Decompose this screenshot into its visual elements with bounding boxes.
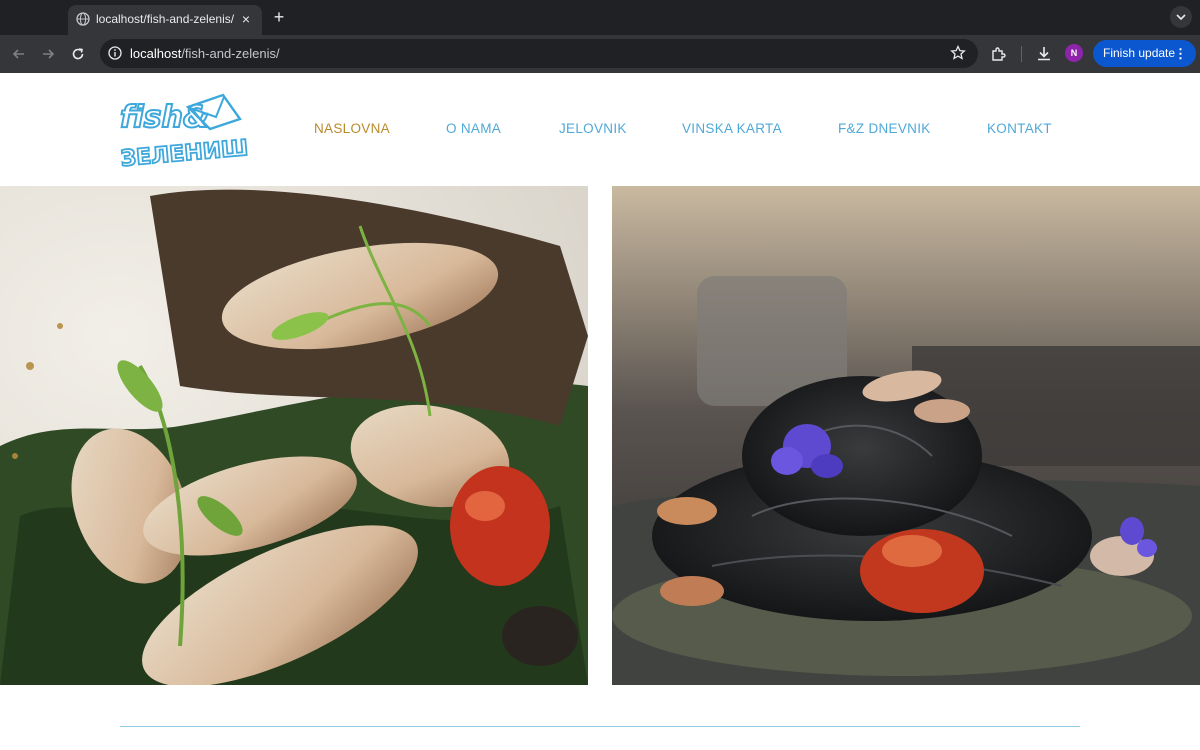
forward-arrow-icon[interactable]	[38, 44, 58, 64]
site-info-icon[interactable]	[108, 46, 122, 60]
logo-line2: ЗЕЛЕНИШ	[120, 136, 248, 167]
extensions-puzzle-icon[interactable]	[989, 44, 1009, 64]
finish-update-button[interactable]: Finish update ⋮	[1093, 40, 1196, 67]
nav-item-o-nama[interactable]: O NAMA	[446, 121, 501, 136]
profile-avatar[interactable]: N	[1065, 44, 1083, 62]
browser-tab[interactable]: localhost/fish-and-zelenis/ ×	[68, 5, 262, 35]
section-divider	[120, 726, 1080, 727]
tab-close-icon[interactable]: ×	[238, 11, 254, 27]
finish-update-label: Finish update	[1103, 46, 1176, 60]
site-logo[interactable]: fish& ЗЕЛЕНИШ	[118, 89, 250, 173]
globe-icon	[76, 12, 90, 26]
url-host: localhost	[130, 46, 182, 61]
squid-ink-pasta-photo	[612, 186, 1200, 685]
nav-item-kontakt[interactable]: KONTAKT	[987, 121, 1052, 136]
tab-search-button[interactable]	[1170, 6, 1192, 28]
address-bar[interactable]: localhost/fish-and-zelenis/	[100, 39, 978, 68]
bookmark-star-icon[interactable]	[950, 45, 966, 61]
nav-item-jelovnik[interactable]: JELOVNIK	[559, 121, 627, 136]
chevron-down-icon	[1176, 14, 1186, 21]
web-page: fish& ЗЕЛЕНИШ NASLOVNA O NAMA JELOVNIK V…	[0, 73, 1200, 750]
fish-zelenis-logo-icon: fish& ЗЕЛЕНИШ	[119, 93, 250, 173]
reload-icon[interactable]	[68, 44, 88, 64]
url-path: /fish-and-zelenis/	[181, 46, 280, 61]
nav-item-naslovna[interactable]: NASLOVNA	[314, 121, 390, 136]
toolbar-separator	[1021, 46, 1022, 62]
back-arrow-icon[interactable]	[9, 44, 29, 64]
grilled-squid-image	[0, 186, 588, 685]
nav-item-fz-dnevnik[interactable]: F&Z DNEVNIK	[838, 121, 931, 136]
grilled-squid-photo	[0, 186, 588, 685]
address-url: localhost/fish-and-zelenis/	[130, 46, 280, 61]
browser-toolbar: localhost/fish-and-zelenis/ N Finish upd…	[0, 35, 1200, 73]
tab-title: localhost/fish-and-zelenis/	[96, 12, 235, 26]
new-tab-button[interactable]: +	[270, 6, 288, 28]
more-menu-icon[interactable]: ⋮	[1174, 40, 1187, 67]
browser-tab-strip: localhost/fish-and-zelenis/ × +	[0, 0, 1200, 35]
download-icon[interactable]	[1034, 44, 1054, 64]
nav-item-vinska-karta[interactable]: VINSKA KARTA	[682, 121, 782, 136]
squid-ink-pasta-image	[612, 186, 1200, 685]
